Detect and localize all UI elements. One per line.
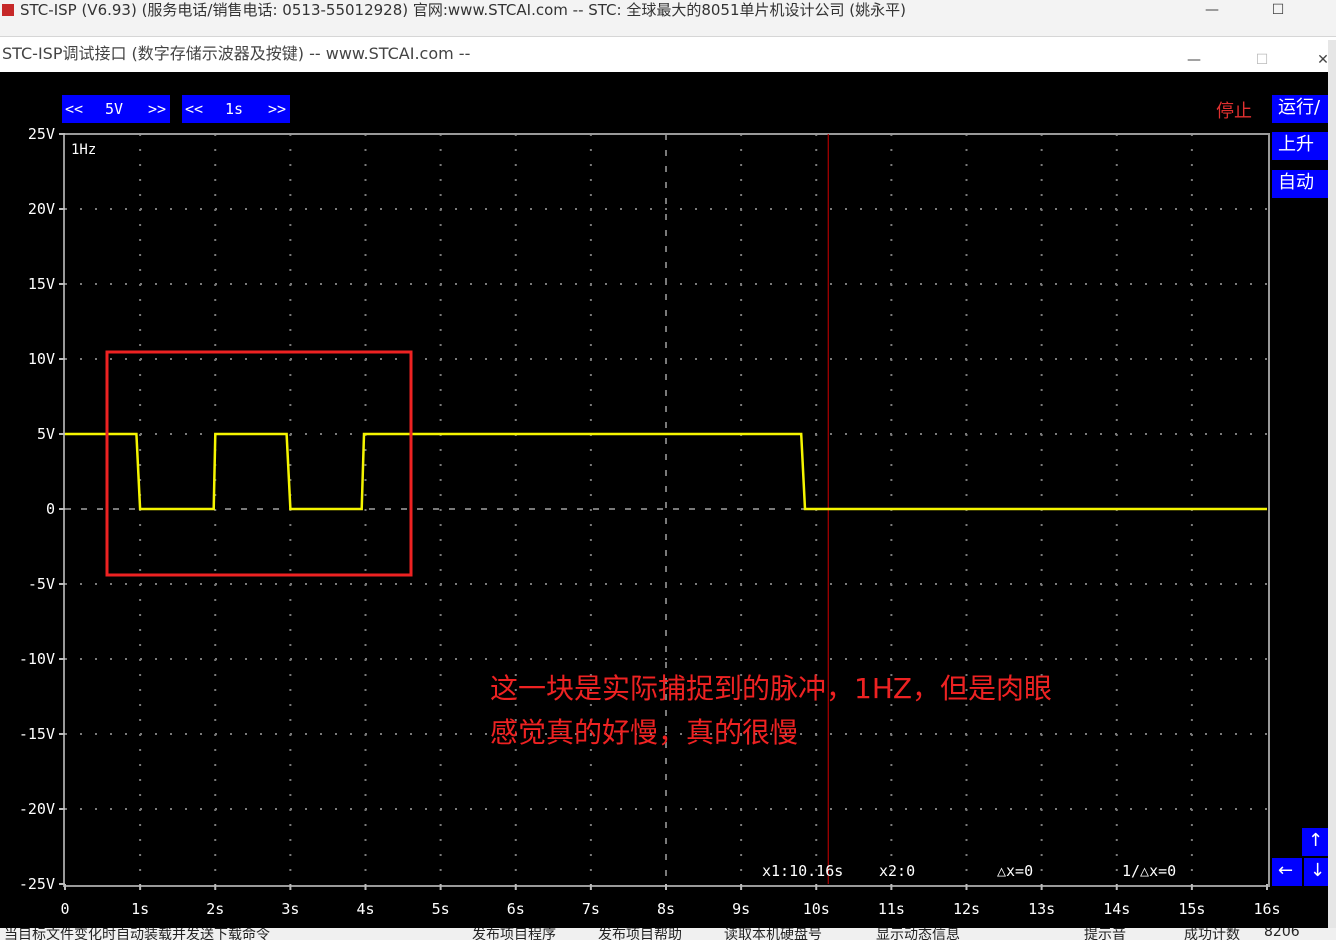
x-tick-label: 3s — [281, 900, 299, 918]
waveform-chart: 0 1s 2s 3s 4s 5s 6s 7s 8s 9s 10s 11s 12s 13s 14s 15s 16s… — [19, 125, 1281, 918]
x-tick-label: 7s — [582, 900, 600, 918]
x-tick-label: 0 — [60, 900, 69, 918]
x-tick-label: 12s — [953, 900, 980, 918]
inverse-delta-x-readout: 1/△x=0 — [1122, 862, 1176, 880]
x-tick-label: 16s — [1253, 900, 1280, 918]
y-tick-label: 0 — [46, 500, 55, 518]
y-tick-label: 25V — [28, 125, 55, 143]
maximize-button[interactable]: ☐ — [1258, 0, 1298, 20]
success-count-value: 8206 — [1264, 928, 1300, 940]
auto-reload-checkbox-label[interactable]: 当目标文件变化时自动装载并发送下载命令 — [4, 928, 270, 940]
y-tick-label: 15V — [28, 275, 55, 293]
pulse-highlight-box — [105, 350, 413, 577]
show-dynamic-info-button[interactable]: 显示动态信息 — [876, 928, 960, 940]
read-disk-id-button[interactable]: 读取本机硬盘号 — [724, 928, 822, 940]
debug-window-title-bar: STC-ISP调试接口 (数字存储示波器及按键) -- www.STCAI.co… — [0, 36, 1336, 73]
y-tick-label: -25V — [19, 875, 55, 893]
delta-x-readout: △x=0 — [997, 862, 1033, 880]
cursor-x2-readout: x2:0 — [879, 862, 915, 880]
app-icon — [2, 4, 14, 16]
x-tick-label: 5s — [432, 900, 450, 918]
x-tick-label: 11s — [878, 900, 905, 918]
sub-maximize-button[interactable]: ☐ — [1242, 43, 1282, 68]
y-tick-label: 20V — [28, 200, 55, 218]
x-tick-label: 1s — [131, 900, 149, 918]
success-count-label: 成功计数 — [1184, 928, 1240, 940]
x-tick-label: 15s — [1178, 900, 1205, 918]
publish-help-button[interactable]: 发布项目帮助 — [598, 928, 682, 940]
y-tick-label: -10V — [19, 650, 55, 668]
y-tick-label: -20V — [19, 800, 55, 818]
x-tick-label: 10s — [803, 900, 830, 918]
app-title-bar: STC-ISP (V6.93) (服务电话/销售电话: 0513-5501292… — [0, 0, 1336, 22]
debug-window-title: STC-ISP调试接口 (数字存储示波器及按键) -- www.STCAI.co… — [2, 44, 471, 63]
sub-minimize-button[interactable]: — — [1174, 43, 1214, 68]
x-tick-label: 14s — [1103, 900, 1130, 918]
cursor-x1-readout: x1:10.16s — [762, 862, 843, 880]
minimize-button[interactable]: — — [1192, 0, 1232, 20]
beep-checkbox[interactable]: 提示音 — [1084, 928, 1126, 940]
x-tick-label: 6s — [507, 900, 525, 918]
publish-program-button[interactable]: 发布项目程序 — [472, 928, 556, 940]
x-tick-label: 9s — [732, 900, 750, 918]
x-tick-label: 13s — [1028, 900, 1055, 918]
y-tick-label: 5V — [37, 425, 55, 443]
x-tick-label: 2s — [206, 900, 224, 918]
x-tick-label: 8s — [657, 900, 675, 918]
x-tick-label: 4s — [356, 900, 374, 918]
right-scroll-strip[interactable] — [1328, 40, 1336, 940]
y-tick-label: 10V — [28, 350, 55, 368]
y-tick-label: -5V — [28, 575, 55, 593]
axis-ticks: 0 1s 2s 3s 4s 5s 6s 7s 8s 9s 10s 11s 12s 13s 14s 15s 16s… — [19, 125, 1281, 918]
bottom-toolbar: 当目标文件变化时自动装载并发送下载命令 发布项目程序 发布项目帮助 读取本机硬盘… — [0, 928, 1336, 940]
frequency-label: 1Hz — [71, 142, 96, 158]
oscilloscope-panel: << 5V >> << 1s >> 停止 运行/ 上升 自动 ↑ ← ↓ 0 1s… — [0, 72, 1328, 928]
y-tick-label: -15V — [19, 725, 55, 743]
app-title: STC-ISP (V6.93) (服务电话/销售电话: 0513-5501292… — [20, 1, 906, 19]
annotation-line-1: 这一块是实际捕捉到的脉冲，1HZ，但是肉眼 — [490, 672, 1052, 705]
annotation-line-2: 感觉真的好慢，真的很慢 — [490, 716, 798, 749]
